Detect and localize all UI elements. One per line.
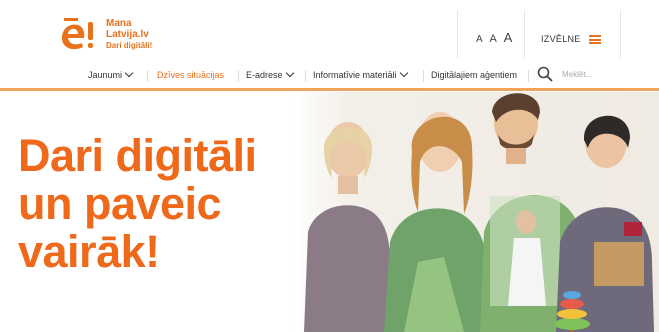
logo-mark-icon — [62, 18, 93, 50]
hamburger-icon[interactable] — [589, 35, 601, 44]
nav-item-jaunumi[interactable]: Jaunumi — [88, 68, 134, 80]
nav-item-informativie-materiali[interactable]: Informatīvie materiāli — [313, 68, 408, 80]
hero-title-line-2: un paveic — [18, 178, 222, 229]
logo-text: Mana Latvija.lv Dari digitāli! — [106, 18, 152, 51]
font-size-large-button[interactable]: A — [504, 30, 513, 45]
chevron-down-icon — [399, 68, 408, 78]
hero-title: Dari digitāli un paveic vairāk! — [18, 132, 257, 276]
nav-separator — [147, 70, 148, 82]
people-illustration-icon — [294, 92, 659, 332]
hero-title-line-3: vairāk! — [18, 226, 160, 277]
nav-item-label: Digitālajiem aģentiem — [431, 70, 518, 80]
logo-tagline: Dari digitāli! — [106, 41, 153, 50]
header-divider — [524, 10, 525, 58]
nav-item-dzives-situacijas[interactable]: Dzīves situācijas — [157, 70, 224, 80]
nav-item-label: Informatīvie materiāli — [313, 70, 397, 80]
font-size-small-button[interactable]: A — [476, 34, 483, 45]
search-input[interactable]: Meklēt... — [562, 70, 592, 79]
chevron-down-icon — [285, 68, 294, 78]
top-header: Mana Latvija.lv Dari digitāli! A A A IZV… — [0, 0, 659, 64]
nav-separator — [528, 70, 529, 82]
site-logo[interactable]: Mana Latvija.lv Dari digitāli! — [60, 14, 170, 58]
nav-underline — [0, 88, 659, 91]
main-nav: Jaunumi Dzīves situācijas E-adrese Infor… — [0, 64, 659, 86]
nav-item-label: E-adrese — [246, 70, 283, 80]
nav-separator — [305, 70, 306, 82]
nav-separator — [238, 70, 239, 82]
hero-title-line-1: Dari digitāli — [18, 130, 257, 181]
nav-separator — [423, 70, 424, 82]
logo-line-2: Latvija.lv — [106, 29, 149, 40]
font-size-controls: A A A — [476, 30, 516, 45]
menu-button[interactable]: IZVĒLNE — [541, 34, 581, 44]
header-divider — [620, 10, 621, 58]
logo-line-1: Mana — [106, 18, 132, 29]
font-size-medium-button[interactable]: A — [489, 33, 496, 45]
nav-item-e-adrese[interactable]: E-adrese — [246, 68, 294, 80]
nav-item-label: Jaunumi — [88, 70, 123, 80]
header-divider — [457, 10, 458, 58]
nav-item-digitalajiem-agentiem[interactable]: Digitālajiem aģentiem — [431, 70, 517, 80]
nav-item-label: Dzīves situācijas — [157, 70, 225, 80]
chevron-down-icon — [124, 68, 134, 78]
search-icon[interactable] — [537, 66, 553, 82]
